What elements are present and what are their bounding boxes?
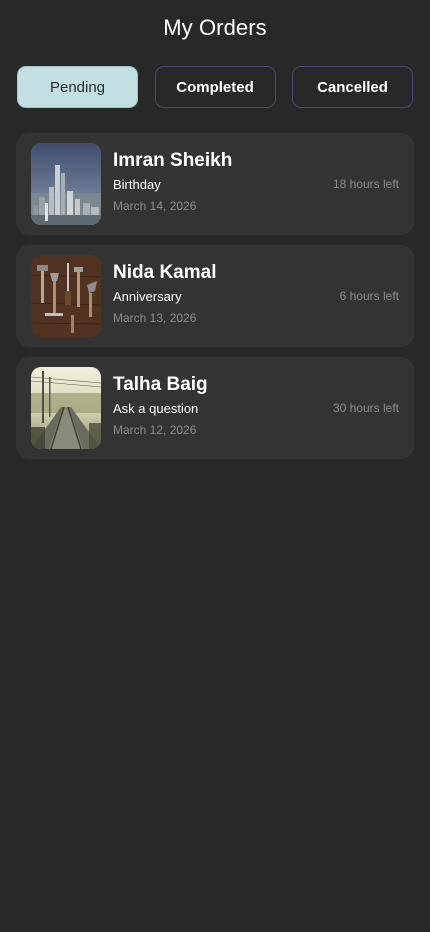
order-info: Talha Baig Ask a question March 12, 2026 — [113, 373, 208, 438]
order-date: March 12, 2026 — [113, 423, 197, 437]
customer-name: Talha Baig — [113, 374, 208, 395]
time-left: 18 hours left — [332, 177, 399, 191]
page-title: My Orders — [163, 15, 267, 40]
time-left: 6 hours left — [339, 289, 399, 303]
customer-name: Nida Kamal — [113, 262, 217, 283]
order-date: March 14, 2026 — [113, 199, 197, 213]
orders-list: Imran Sheikh Birthday March 14, 2026 18 … — [16, 133, 414, 469]
order-thumbnail-city-skyline — [31, 143, 101, 225]
customer-name: Imran Sheikh — [113, 150, 233, 171]
tab-cancelled[interactable]: Cancelled — [292, 66, 413, 108]
time-left: 30 hours left — [332, 401, 399, 415]
order-card[interactable]: Imran Sheikh Birthday March 14, 2026 18 … — [16, 133, 414, 235]
order-card[interactable]: Talha Baig Ask a question March 12, 2026… — [16, 357, 414, 459]
order-thumbnail-railway — [31, 367, 101, 449]
order-status-tabs: Pending Completed Cancelled — [17, 66, 413, 108]
order-occasion: Ask a question — [113, 401, 199, 416]
order-date: March 13, 2026 — [113, 311, 197, 325]
tab-completed[interactable]: Completed — [154, 66, 276, 108]
order-occasion: Anniversary — [113, 289, 182, 304]
order-occasion: Birthday — [113, 177, 161, 192]
order-info: Imran Sheikh Birthday March 14, 2026 — [113, 149, 232, 214]
app-header: My Orders — [0, 0, 430, 56]
order-card[interactable]: Nida Kamal Anniversary March 13, 2026 6 … — [16, 245, 414, 347]
tab-pending[interactable]: Pending — [17, 66, 138, 108]
order-thumbnail-tools — [31, 255, 101, 337]
order-info: Nida Kamal Anniversary March 13, 2026 — [113, 261, 216, 326]
